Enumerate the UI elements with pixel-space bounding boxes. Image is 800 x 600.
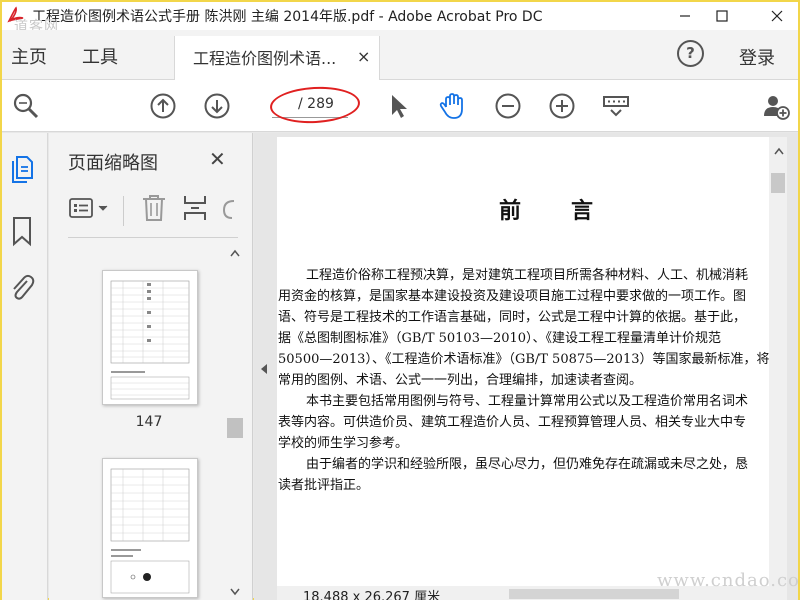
select-pointer-icon[interactable]	[385, 92, 413, 120]
attachment-icon[interactable]	[8, 271, 36, 303]
nav-home[interactable]: 主页	[11, 43, 47, 69]
thumbnail-panel: 页面缩略图 ✕ 147	[49, 133, 253, 600]
zoom-out-icon[interactable]	[494, 92, 522, 120]
panel-toolbar	[68, 188, 238, 238]
paragraph-line: 工程造价俗称工程预决算，是对建筑工程项目所需各种材料、人工、机械消耗	[306, 268, 749, 283]
document-scrollbar-thumb[interactable]	[771, 173, 785, 193]
minimize-icon	[680, 15, 690, 17]
close-icon	[771, 10, 783, 22]
watermark-bottom: www.cndao.com	[657, 570, 800, 591]
toolbar: / 289	[2, 80, 798, 132]
doc-scroll-up-icon[interactable]	[774, 147, 784, 155]
document-viewer[interactable]: 前言 工程造价俗称工程预决算，是对建筑工程项目所需各种材料、人工、机械消耗 用资…	[254, 133, 798, 600]
login-button[interactable]: 登录	[739, 44, 775, 70]
tab-bar: 主页 工具 工程造价图例术语... × ? 登录	[2, 30, 798, 80]
red-annotation-ellipse	[269, 84, 361, 126]
tab-close-button[interactable]: ×	[357, 47, 370, 66]
thumbnail-page-148[interactable]	[102, 458, 198, 598]
paragraph-line: 据《总图制图标准》（GB/T 50103—2010）、《建设工程工程量清单计价规…	[278, 331, 722, 346]
title-bar: 工程造价图例术语公式手册 陈洪刚 主编 2014年版.pdf - Adobe A…	[2, 2, 800, 35]
help-button[interactable]: ?	[677, 40, 704, 67]
left-rail	[2, 133, 48, 600]
thumbnail-options-icon[interactable]	[68, 196, 112, 222]
document-page: 前言 工程造价俗称工程预决算，是对建筑工程项目所需各种材料、人工、机械消耗 用资…	[277, 137, 769, 589]
thumbnail-label: 147	[135, 414, 163, 430]
paragraph-line: 表等内容。可供造价员、建筑工程造价人员、工程预算管理人员、相关专业大中专	[278, 415, 747, 430]
scroll-up-icon[interactable]	[230, 249, 240, 257]
scroll-down-icon[interactable]	[230, 588, 240, 596]
zoom-in-icon[interactable]	[548, 92, 576, 120]
rotate-icon[interactable]	[218, 196, 238, 222]
thumbnail-preview	[110, 468, 190, 594]
close-window-button[interactable]	[754, 2, 800, 30]
document-scrollbar[interactable]	[769, 137, 787, 589]
page-down-icon[interactable]	[203, 92, 231, 120]
bookmark-icon[interactable]	[8, 215, 36, 247]
paragraph-line: 语、符号是工程技术的工作语言基础，同时，公式是工程中计算的依据。基于此，	[278, 310, 747, 325]
paragraph-line: 学校的师生学习参考。	[278, 436, 409, 451]
hand-tool-icon[interactable]	[438, 92, 466, 120]
thumbnails-list[interactable]: 147	[49, 243, 243, 600]
nav-tools[interactable]: 工具	[82, 43, 118, 69]
paragraph-line: 用资金的核算，是国家基本建设投资及建设项目施工过程中要求做的一项工作。图	[278, 289, 747, 304]
window-title: 工程造价图例术语公式手册 陈洪刚 主编 2014年版.pdf - Adobe A…	[32, 9, 543, 25]
paragraph-line: 50500—2013）、《工程造价术语标准》（GB/T 50875—2013）等…	[278, 352, 769, 367]
thumbnail-scrollbar-thumb[interactable]	[227, 418, 243, 438]
page-size-label: 18.488 x 26.267 厘米	[303, 590, 441, 600]
maximize-icon	[716, 10, 728, 22]
tab-document-label: 工程造价图例术语...	[193, 49, 337, 68]
toolbar-divider	[123, 196, 124, 226]
paragraph-line: 由于编者的学识和经验所限，虽尽心尽力，但仍难免存在疏漏或未尽之处，恳	[306, 457, 749, 472]
panel-close-button[interactable]: ✕	[209, 147, 226, 171]
horizontal-scrollbar-thumb[interactable]	[509, 589, 679, 599]
thumbnail-preview	[110, 280, 190, 400]
paragraph-line: 读者批评指正。	[278, 478, 370, 493]
thumbnail-page-147[interactable]	[102, 270, 198, 405]
collapse-panel-icon[interactable]	[260, 363, 268, 375]
add-user-icon[interactable]	[762, 92, 790, 120]
panel-title: 页面缩略图	[68, 153, 158, 174]
search-zoom-icon[interactable]	[12, 92, 40, 120]
paragraph-line: 本书主要包括常用图例与符号、工程量计算常用公式以及工程造价常用名词术	[306, 394, 749, 409]
page-up-icon[interactable]	[149, 92, 177, 120]
tab-document[interactable]: 工程造价图例术语... ×	[174, 36, 380, 80]
insert-page-icon[interactable]	[181, 193, 209, 223]
page-heading: 前言	[499, 198, 644, 224]
maximize-button[interactable]	[699, 2, 745, 30]
delete-icon[interactable]	[141, 193, 167, 223]
keyboard-icon[interactable]	[602, 92, 630, 120]
page-thumbnails-icon[interactable]	[8, 155, 36, 187]
paragraph-line: 常用的图例、术语、公式一一列出，合理编排，加速读者查阅。	[278, 373, 643, 388]
